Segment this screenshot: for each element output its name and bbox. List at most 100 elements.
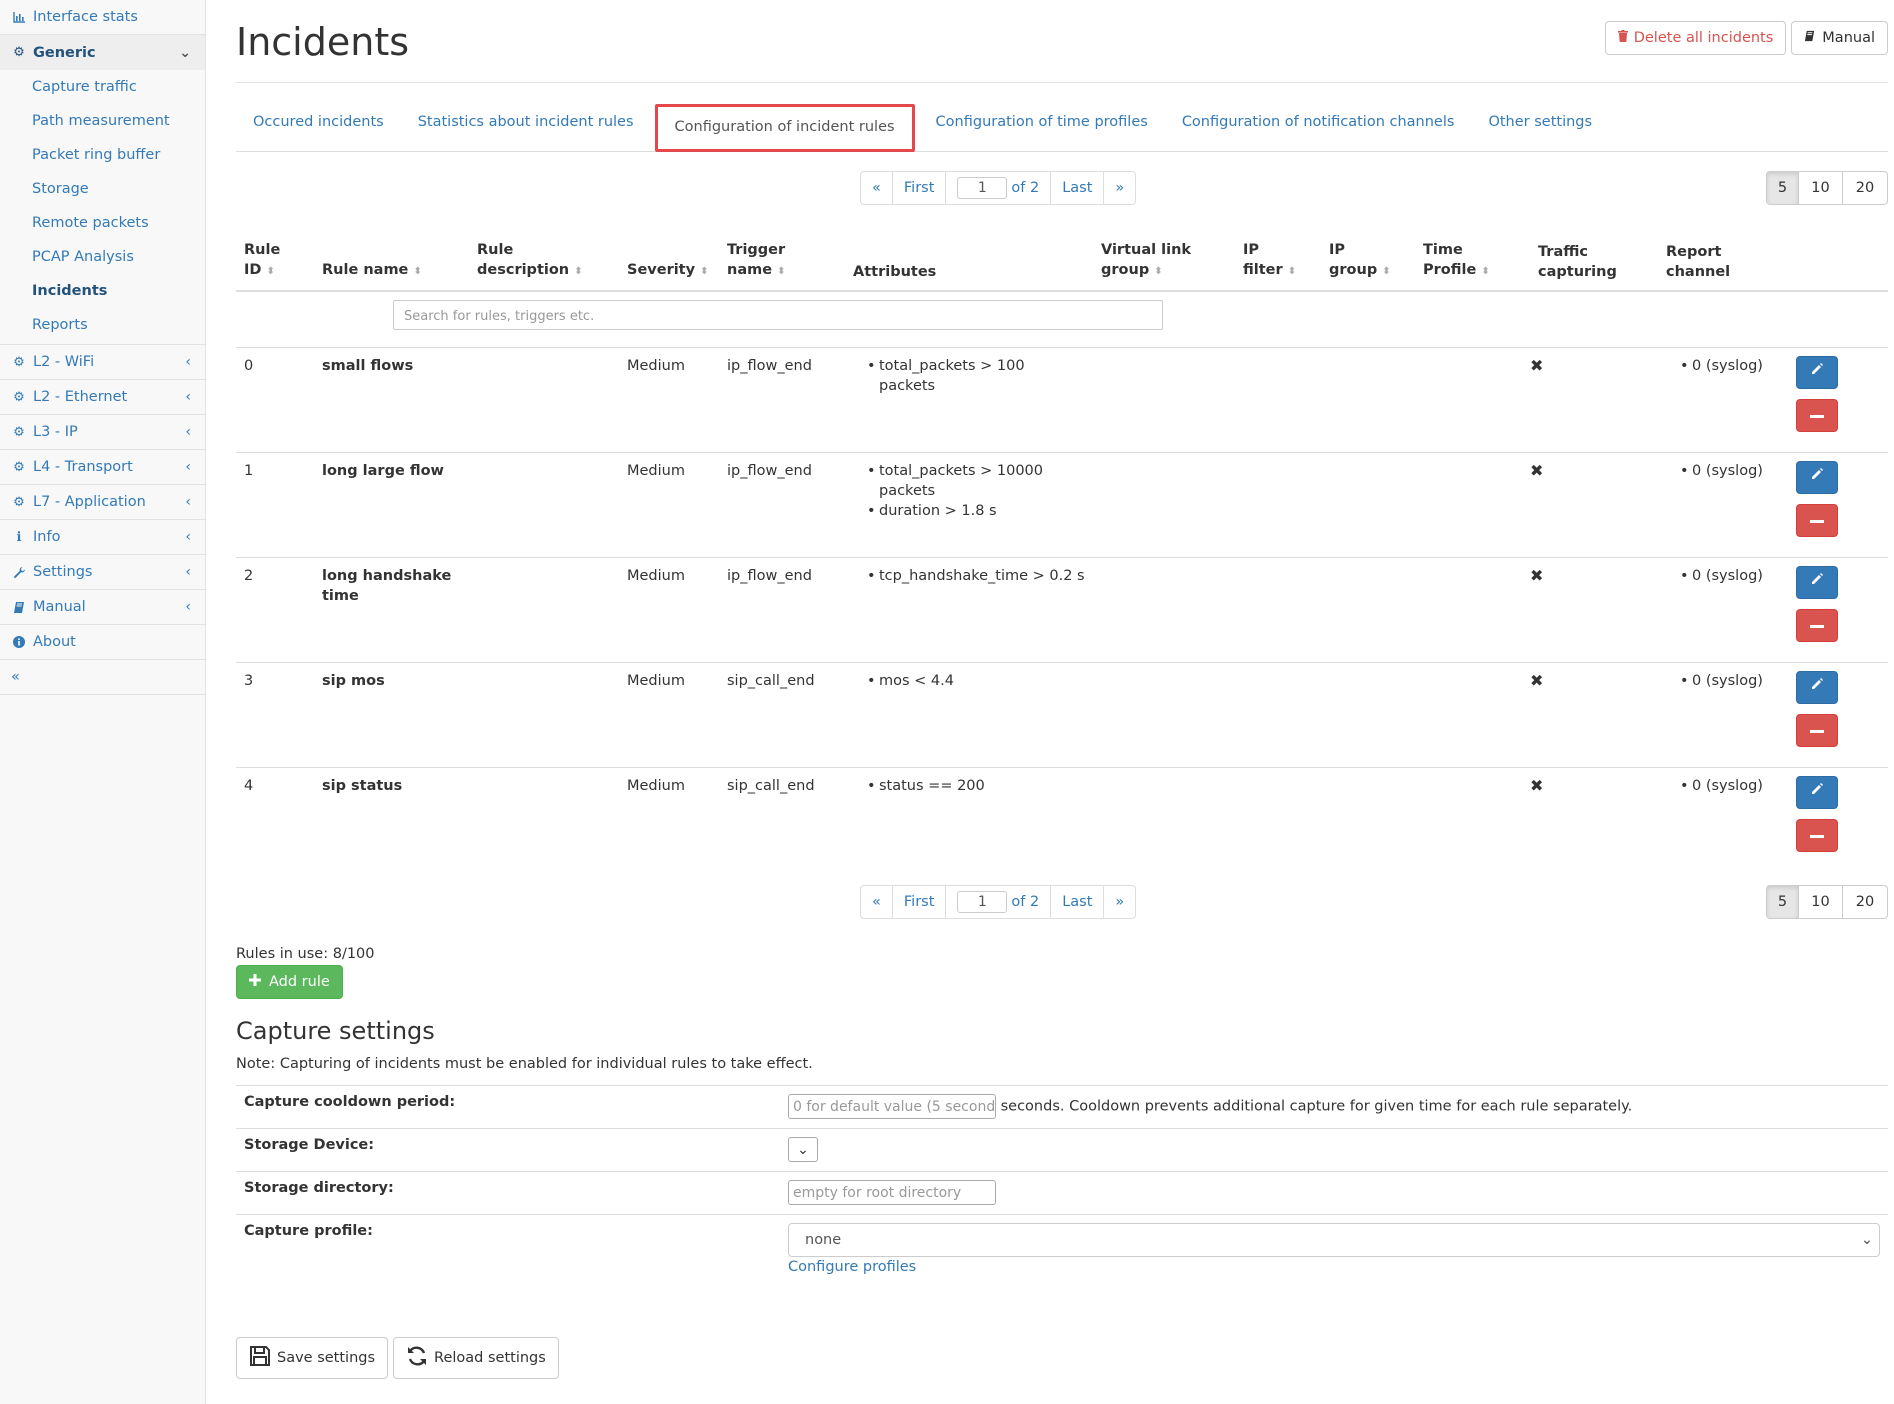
rule-attributes: status == 200 bbox=[845, 766, 1093, 872]
book-icon bbox=[11, 601, 27, 614]
rule-severity: Medium bbox=[619, 661, 719, 767]
first-page-button[interactable]: First bbox=[893, 886, 947, 918]
page-size-10-button[interactable]: 10 bbox=[1799, 172, 1843, 204]
col-severity[interactable]: Severity ⬍ bbox=[619, 232, 719, 292]
rule-severity: Medium bbox=[619, 556, 719, 662]
edit-rule-button[interactable] bbox=[1796, 565, 1838, 599]
cooldown-input[interactable]: 0 for default value (5 seconds) bbox=[788, 1094, 996, 1119]
first-page-button[interactable]: First bbox=[893, 172, 947, 204]
delete-all-incidents-button[interactable]: Delete all incidents bbox=[1604, 21, 1787, 55]
manual-label: Manual bbox=[1822, 30, 1875, 46]
col-time-profile[interactable]: Time Profile ⬍ bbox=[1415, 232, 1530, 292]
page-size-5-button[interactable]: 5 bbox=[1767, 886, 1799, 918]
col-rule-id[interactable]: Rule ID ⬍ bbox=[236, 232, 314, 292]
sidebar-item-label: L3 - IP bbox=[33, 424, 78, 440]
col-rule-name[interactable]: Rule name ⬍ bbox=[314, 232, 469, 292]
col-trigger-name[interactable]: Trigger name ⬍ bbox=[719, 232, 845, 292]
sidebar-item-interface-stats[interactable]: Interface stats bbox=[0, 0, 205, 35]
sidebar-item-incidents[interactable]: Incidents bbox=[0, 274, 205, 308]
tab-other-settings[interactable]: Other settings bbox=[1471, 104, 1609, 150]
chevron-left-icon: ‹ bbox=[185, 459, 191, 475]
col-virtual-link-group[interactable]: Virtual link group ⬍ bbox=[1093, 232, 1235, 292]
col-ip-group[interactable]: IP group ⬍ bbox=[1321, 232, 1415, 292]
storage-directory-input[interactable]: empty for root directory bbox=[788, 1180, 996, 1205]
search-input[interactable]: Search for rules, triggers etc. bbox=[393, 300, 1163, 330]
tab-configuration-incident-rules[interactable]: Configuration of incident rules bbox=[654, 104, 915, 152]
page-size-5-button[interactable]: 5 bbox=[1767, 172, 1799, 204]
x-mark-icon: ✖ bbox=[1530, 565, 1544, 585]
sidebar-item-generic[interactable]: ⚙ Generic ⌄ bbox=[0, 35, 205, 70]
sidebar-item-reports[interactable]: Reports bbox=[0, 308, 205, 342]
capture-settings-table: Capture cooldown period: 0 for default v… bbox=[236, 1085, 1888, 1285]
reload-settings-button[interactable]: Reload settings bbox=[393, 1337, 559, 1379]
sidebar-item-l7-application[interactable]: ⚙ L7 - Application ‹ bbox=[0, 485, 205, 520]
page-size-20-button[interactable]: 20 bbox=[1843, 172, 1887, 204]
tab-occured-incidents[interactable]: Occured incidents bbox=[236, 104, 401, 150]
sidebar-item-info[interactable]: ℹ Info ‹ bbox=[0, 520, 205, 555]
delete-rule-button[interactable] bbox=[1796, 503, 1838, 537]
col-rule-description[interactable]: Rule description ⬍ bbox=[469, 232, 619, 292]
page-size-20-button[interactable]: 20 bbox=[1843, 886, 1887, 918]
rule-attributes: total_packets > 100 packets bbox=[845, 346, 1093, 452]
delete-rule-button[interactable] bbox=[1796, 398, 1838, 432]
delete-rule-button[interactable] bbox=[1796, 818, 1838, 852]
delete-rule-button[interactable] bbox=[1796, 713, 1838, 747]
delete-rule-button[interactable] bbox=[1796, 608, 1838, 642]
filter-row: Search for rules, triggers etc. bbox=[236, 290, 1888, 347]
last-page-button[interactable]: Last bbox=[1051, 886, 1105, 918]
edit-rule-button[interactable] bbox=[1796, 460, 1838, 494]
last-page-button[interactable]: Last bbox=[1051, 172, 1105, 204]
tab-bar: Occured incidents Statistics about incid… bbox=[236, 104, 1888, 152]
sidebar-item-manual[interactable]: Manual ‹ bbox=[0, 590, 205, 625]
col-ip-filter[interactable]: IP filter ⬍ bbox=[1235, 232, 1321, 292]
rule-id: 3 bbox=[236, 661, 314, 767]
page-number-input[interactable]: 1 bbox=[957, 177, 1008, 199]
edit-rule-button[interactable] bbox=[1796, 355, 1838, 389]
page-size-10-button[interactable]: 10 bbox=[1799, 886, 1843, 918]
save-settings-button[interactable]: Save settings bbox=[236, 1337, 389, 1379]
page-count: of 2 bbox=[1011, 894, 1040, 910]
prev-page-button[interactable]: « bbox=[861, 886, 893, 918]
sidebar-item-capture-traffic[interactable]: Capture traffic bbox=[0, 70, 205, 104]
next-page-button[interactable]: » bbox=[1104, 886, 1135, 918]
sidebar-item-path-measurement[interactable]: Path measurement bbox=[0, 104, 205, 138]
sidebar-item-remote-packets[interactable]: Remote packets bbox=[0, 206, 205, 240]
sidebar-item-storage[interactable]: Storage bbox=[0, 172, 205, 206]
sidebar-item-about[interactable]: About bbox=[0, 625, 205, 660]
minus-icon bbox=[1810, 510, 1824, 530]
next-page-button[interactable]: » bbox=[1104, 172, 1135, 204]
edit-rule-button[interactable] bbox=[1796, 670, 1838, 704]
storage-device-select[interactable]: ⌄ bbox=[788, 1137, 818, 1162]
sidebar-item-l4-transport[interactable]: ⚙ L4 - Transport ‹ bbox=[0, 450, 205, 485]
manual-button[interactable]: Manual bbox=[1791, 21, 1888, 55]
sidebar-item-settings[interactable]: Settings ‹ bbox=[0, 555, 205, 590]
sidebar-item-label: About bbox=[33, 634, 76, 650]
capture-profile-select[interactable]: none ⌄ bbox=[788, 1223, 1880, 1257]
sidebar-item-l3-ip[interactable]: ⚙ L3 - IP ‹ bbox=[0, 415, 205, 450]
sidebar-item-l2-wifi[interactable]: ⚙ L2 - WiFi ‹ bbox=[0, 345, 205, 380]
tab-configuration-time-profiles[interactable]: Configuration of time profiles bbox=[919, 104, 1165, 150]
col-traffic-capturing: Traffic capturing bbox=[1530, 232, 1658, 292]
sort-icon: ⬍ bbox=[1154, 266, 1163, 277]
chevron-left-icon: ‹ bbox=[185, 354, 191, 370]
table-row: 3 sip mos Medium sip_call_end mos < 4.4 … bbox=[236, 661, 1888, 767]
rule-id: 4 bbox=[236, 766, 314, 872]
rule-description bbox=[469, 451, 619, 557]
sidebar-item-packet-ring-buffer[interactable]: Packet ring buffer bbox=[0, 138, 205, 172]
configure-profiles-link[interactable]: Configure profiles bbox=[788, 1259, 916, 1275]
add-rule-button[interactable]: Add rule bbox=[236, 965, 343, 999]
gear-icon: ⚙ bbox=[13, 459, 25, 475]
sidebar-item-pcap-analysis[interactable]: PCAP Analysis bbox=[0, 240, 205, 274]
channel-item: 0 (syslog) bbox=[1680, 566, 1780, 586]
col-report-channel: Report channel bbox=[1658, 232, 1788, 292]
sidebar-item-l2-ethernet[interactable]: ⚙ L2 - Ethernet ‹ bbox=[0, 380, 205, 415]
rule-attributes: mos < 4.4 bbox=[845, 661, 1093, 767]
tab-configuration-notification-channels[interactable]: Configuration of notification channels bbox=[1165, 104, 1472, 150]
prev-page-button[interactable]: « bbox=[861, 172, 893, 204]
sidebar-collapse-button[interactable]: « bbox=[0, 660, 205, 695]
attribute-item: status == 200 bbox=[867, 776, 1085, 796]
edit-rule-button[interactable] bbox=[1796, 775, 1838, 809]
page-title: Incidents bbox=[236, 20, 410, 64]
page-number-input[interactable]: 1 bbox=[957, 891, 1008, 913]
tab-statistics[interactable]: Statistics about incident rules bbox=[401, 104, 651, 150]
